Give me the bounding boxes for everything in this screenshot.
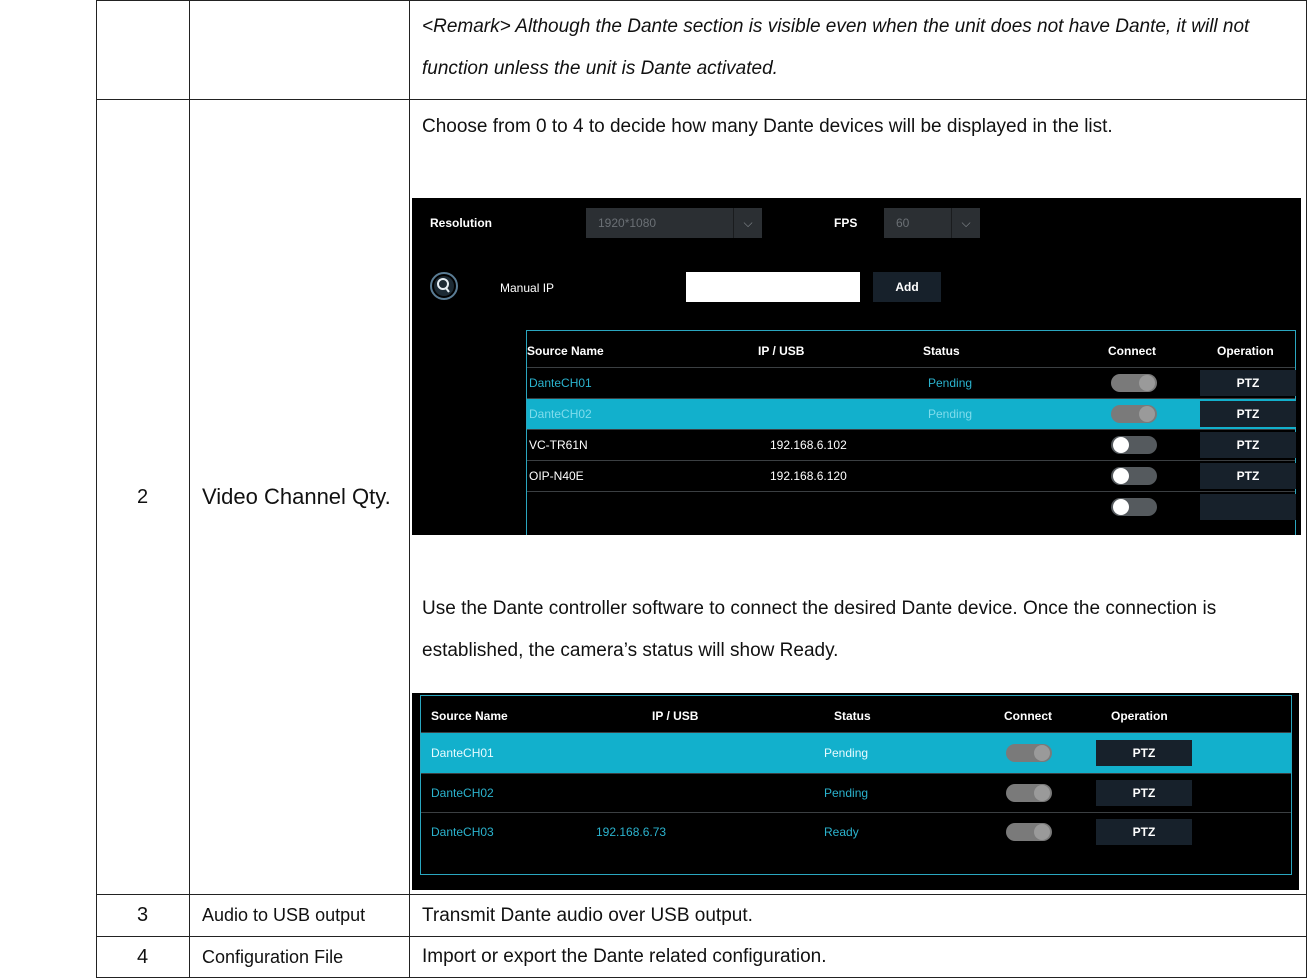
col-header-ip: IP / USB bbox=[652, 709, 699, 723]
rule bbox=[96, 0, 1307, 1]
connect-toggle[interactable] bbox=[1006, 823, 1052, 841]
table-row-partial bbox=[527, 491, 1296, 522]
item-name: Video Channel Qty. bbox=[202, 484, 391, 509]
connect-toggle[interactable] bbox=[1006, 744, 1052, 762]
table-row[interactable]: DanteCH01 Pending PTZ bbox=[421, 732, 1291, 773]
remark-text: <Remark> Although the Dante section is v… bbox=[422, 16, 1250, 79]
source-name: VC-TR61N bbox=[529, 438, 588, 452]
add-button[interactable]: Add bbox=[873, 272, 941, 302]
col-header-status: Status bbox=[923, 344, 960, 358]
fps-value: 60 bbox=[896, 216, 910, 230]
source-name: DanteCH01 bbox=[529, 376, 592, 390]
device-table: Source Name IP / USB Status Connect Oper… bbox=[526, 330, 1296, 535]
status-text: Pending bbox=[928, 376, 973, 390]
screenshot-dante-status: Source Name IP / USB Status Connect Oper… bbox=[412, 693, 1299, 890]
item-name: Configuration File bbox=[202, 946, 344, 967]
table-row[interactable]: DanteCH02 Pending PTZ bbox=[527, 398, 1296, 429]
ptz-button[interactable]: PTZ bbox=[1096, 780, 1192, 806]
ptz-button[interactable]: PTZ bbox=[1200, 432, 1296, 458]
ip-address: 192.168.6.102 bbox=[770, 438, 847, 452]
col-header-status: Status bbox=[834, 709, 871, 723]
col-header-operation: Operation bbox=[1217, 344, 1274, 358]
status-text: Pending bbox=[824, 746, 869, 760]
manual-ip-input[interactable] bbox=[686, 272, 860, 302]
fps-label: FPS bbox=[834, 216, 858, 230]
manual-ip-label: Manual IP bbox=[500, 281, 555, 295]
ptz-button[interactable]: PTZ bbox=[1200, 370, 1296, 396]
screenshot-device-list: Resolution 1920*1080 ⌵ FPS 60 ⌵ Manual I… bbox=[412, 198, 1301, 535]
connect-toggle[interactable] bbox=[1006, 784, 1052, 802]
document-table: <Remark> Although the Dante section is v… bbox=[96, 0, 1307, 978]
ptz-button[interactable]: PTZ bbox=[1096, 819, 1192, 845]
connect-toggle[interactable] bbox=[1111, 405, 1157, 423]
status-text: Pending bbox=[824, 786, 869, 800]
col-header-operation: Operation bbox=[1111, 709, 1168, 723]
connect-toggle[interactable] bbox=[1111, 467, 1157, 485]
description-text: Use the Dante controller software to con… bbox=[422, 598, 1217, 661]
status-text: Pending bbox=[928, 407, 973, 421]
resolution-value: 1920*1080 bbox=[598, 216, 657, 230]
table-row[interactable]: DanteCH03 192.168.6.73 Ready PTZ bbox=[421, 812, 1291, 851]
col-header-ip: IP / USB bbox=[758, 344, 805, 358]
fps-select[interactable]: 60 ⌵ bbox=[884, 208, 980, 238]
table-row[interactable]: DanteCH01 Pending PTZ bbox=[527, 367, 1296, 398]
ptz-button[interactable] bbox=[1200, 494, 1296, 520]
source-name: DanteCH01 bbox=[431, 746, 494, 760]
col-header-connect: Connect bbox=[1108, 344, 1156, 358]
row-number: 4 bbox=[136, 945, 149, 968]
ip-address: 192.168.6.73 bbox=[596, 825, 667, 839]
ip-address: 192.168.6.120 bbox=[770, 469, 847, 483]
ptz-button[interactable]: PTZ bbox=[1096, 740, 1192, 766]
ptz-button[interactable]: PTZ bbox=[1200, 401, 1296, 427]
connect-toggle[interactable] bbox=[1111, 498, 1157, 516]
col-header-source: Source Name bbox=[527, 344, 604, 358]
table-row[interactable]: OIP-N40E 192.168.6.120 PTZ bbox=[527, 460, 1296, 491]
source-name: DanteCH03 bbox=[431, 825, 494, 839]
row-number bbox=[96, 0, 189, 99]
col-header-connect: Connect bbox=[1004, 709, 1052, 723]
source-name: DanteCH02 bbox=[431, 786, 494, 800]
description-text: Transmit Dante audio over USB output. bbox=[422, 905, 753, 926]
item-name: Audio to USB output bbox=[202, 905, 366, 925]
chevron-down-icon: ⌵ bbox=[733, 208, 762, 238]
connect-toggle[interactable] bbox=[1111, 374, 1157, 392]
dante-table: Source Name IP / USB Status Connect Oper… bbox=[420, 695, 1292, 875]
table-row[interactable]: VC-TR61N 192.168.6.102 PTZ bbox=[527, 429, 1296, 460]
col-header-source: Source Name bbox=[431, 709, 508, 723]
table-row[interactable]: DanteCH02 Pending PTZ bbox=[421, 773, 1291, 812]
connect-toggle[interactable] bbox=[1111, 436, 1157, 454]
ptz-button[interactable]: PTZ bbox=[1200, 463, 1296, 489]
source-name: DanteCH02 bbox=[529, 407, 592, 421]
status-text: Ready bbox=[824, 825, 859, 839]
description-text: Choose from 0 to 4 to decide how many Da… bbox=[422, 116, 1113, 137]
chevron-down-icon: ⌵ bbox=[951, 208, 980, 238]
description-text: Import or export the Dante related confi… bbox=[422, 946, 827, 967]
row-number: 2 bbox=[136, 485, 149, 508]
resolution-label: Resolution bbox=[430, 216, 492, 230]
resolution-select[interactable]: 1920*1080 ⌵ bbox=[586, 208, 762, 238]
source-name: OIP-N40E bbox=[529, 469, 584, 483]
row-number: 3 bbox=[136, 904, 149, 926]
search-device-icon[interactable] bbox=[429, 271, 459, 301]
